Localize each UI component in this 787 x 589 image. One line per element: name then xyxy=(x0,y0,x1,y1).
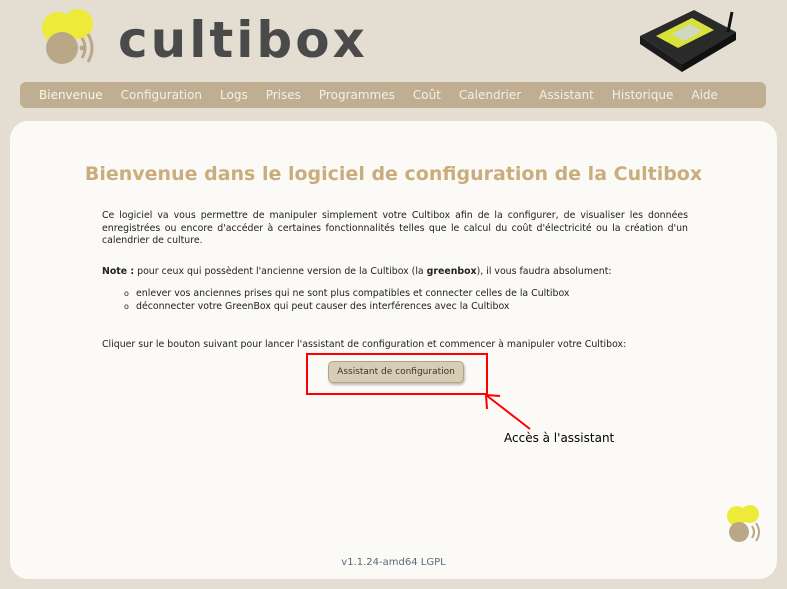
nav-item-calendrier[interactable]: Calendrier xyxy=(459,88,521,102)
note-label: Note : xyxy=(102,266,135,277)
list-item: enlever vos anciennes prises qui ne sont… xyxy=(124,287,569,300)
nav-item-aide[interactable]: Aide xyxy=(691,88,718,102)
note-bold-greenbox: greenbox xyxy=(426,266,477,277)
nav-item-programmes[interactable]: Programmes xyxy=(319,88,395,102)
cta-text: Cliquer sur le bouton suivant pour lance… xyxy=(102,339,627,350)
nav-item-prises[interactable]: Prises xyxy=(266,88,301,102)
nav-item-bienvenue[interactable]: Bienvenue xyxy=(39,88,103,102)
license-link[interactable]: LGPL xyxy=(421,557,446,568)
annotation-label: Accès à l'assistant xyxy=(504,431,615,445)
header: cultibox xyxy=(0,0,787,82)
version-number: v1.1.24-amd64 xyxy=(341,557,418,568)
cultibox-logo-icon xyxy=(42,9,94,64)
brand-name: cultibox xyxy=(118,11,368,69)
note-text: Note : pour ceux qui possèdent l'ancienn… xyxy=(102,266,688,279)
main-nav: Bienvenue Configuration Logs Prises Prog… xyxy=(20,82,766,108)
list-item: déconnecter votre GreenBox qui peut caus… xyxy=(124,300,569,313)
nav-item-cout[interactable]: Coût xyxy=(413,88,441,102)
assistant-configuration-button[interactable]: Assistant de configuration xyxy=(328,361,464,383)
version-footer: v1.1.24-amd64 LGPL xyxy=(10,557,777,568)
nav-item-configuration[interactable]: Configuration xyxy=(121,88,202,102)
nav-item-logs[interactable]: Logs xyxy=(220,88,248,102)
nav-item-historique[interactable]: Historique xyxy=(612,88,674,102)
annotation-arrow-icon xyxy=(485,394,531,430)
note-text-1: pour ceux qui possèdent l'ancienne versi… xyxy=(134,266,427,277)
page-title: Bienvenue dans le logiciel de configurat… xyxy=(84,163,703,185)
content-panel: Bienvenue dans le logiciel de configurat… xyxy=(10,121,777,579)
intro-text: Ce logiciel va vous permettre de manipul… xyxy=(102,210,688,246)
nav-item-assistant[interactable]: Assistant xyxy=(539,88,594,102)
note-bullet-list: enlever vos anciennes prises qui ne sont… xyxy=(124,287,569,313)
cultibox-small-logo-icon xyxy=(727,505,760,542)
cultibox-device-icon xyxy=(640,10,736,72)
note-text-2: ), il vous faudra absolument: xyxy=(476,266,612,277)
